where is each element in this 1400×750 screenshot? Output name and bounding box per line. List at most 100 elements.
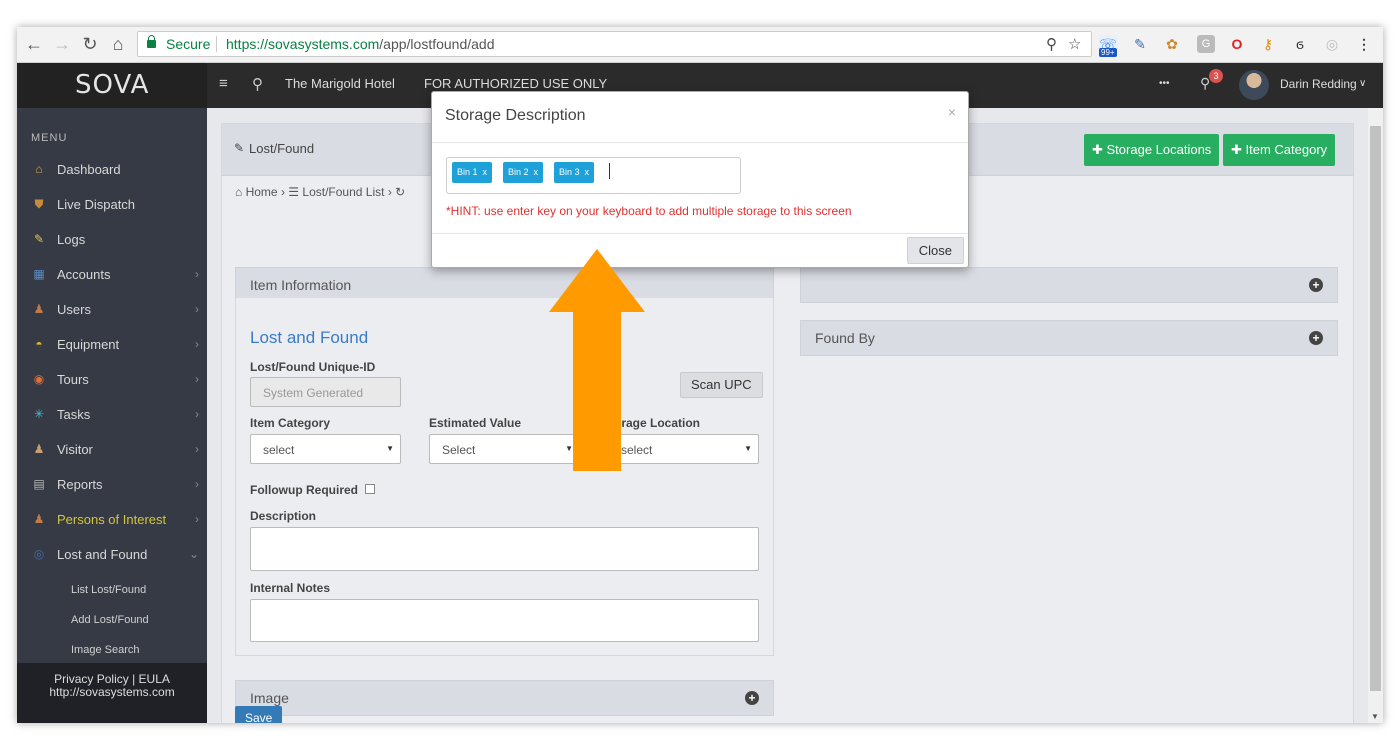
building-icon: ▦ — [33, 267, 45, 281]
expand-plus-icon[interactable]: + — [1309, 278, 1323, 292]
tag-remove-icon[interactable]: x — [534, 167, 539, 177]
breadcrumb: ⌂ Home › ☰ Lost/Found List › ↻ — [235, 185, 405, 199]
found-by-panel-header[interactable]: Found By + — [800, 320, 1338, 356]
page-scrollbar[interactable]: ▼ — [1368, 108, 1383, 723]
forward-icon[interactable]: → — [51, 33, 73, 55]
breadcrumb-list[interactable]: Lost/Found List — [302, 185, 384, 199]
save-button[interactable]: Save — [235, 706, 283, 723]
sidebar-item-visitor[interactable]: ♟ Visitor › — [17, 433, 207, 468]
sidebar-item-label: Reports — [57, 477, 103, 492]
right-panel-header[interactable]: + — [800, 267, 1338, 303]
chevron-down-icon: ⌄ — [188, 547, 199, 561]
followup-checkbox[interactable] — [365, 484, 375, 494]
scan-upc-button[interactable]: Scan UPC — [680, 372, 763, 398]
url-host: https://sovasystems.com — [226, 36, 380, 52]
sidebar-item-tours[interactable]: ◉ Tours › — [17, 363, 207, 398]
sidebar: MENU ⌂ Dashboard ⛊ Live Dispatch ✎ Logs … — [17, 108, 207, 723]
dropdown-arrow-icon: ▼ — [386, 444, 394, 453]
tag-remove-icon[interactable]: x — [483, 167, 488, 177]
address-bar[interactable]: Secure https://sovasystems.com/app/lostf… — [137, 31, 1092, 57]
description-textarea[interactable] — [250, 527, 759, 571]
sidebar-item-logs[interactable]: ✎ Logs — [17, 223, 207, 258]
user-chevron-down-icon[interactable]: ∨ — [1359, 78, 1366, 89]
hamburger-menu-icon[interactable]: ≡ — [219, 75, 228, 92]
item-category-button[interactable]: ✚ Item Category — [1223, 134, 1336, 166]
sidebar-item-dashboard[interactable]: ⌂ Dashboard — [17, 153, 207, 188]
storage-locations-label: Storage Locations — [1106, 142, 1212, 157]
chevron-right-icon: › — [195, 442, 199, 456]
breadcrumb-home[interactable]: Home — [246, 185, 278, 199]
sidebar-item-tasks[interactable]: ✳ Tasks › — [17, 398, 207, 433]
sidebar-item-persons-of-interest[interactable]: ♟ Persons of Interest › — [17, 503, 207, 538]
extension-badge: 99+ — [1099, 48, 1117, 57]
eyedropper-icon[interactable]: ✎ — [1131, 35, 1149, 53]
key-icon[interactable]: ⚷ — [1259, 35, 1277, 53]
item-category-select[interactable]: select ▼ — [250, 434, 401, 464]
reload-icon[interactable]: ↻ — [79, 33, 101, 55]
page-title: Lost/Found — [249, 141, 315, 156]
description-label: Description — [250, 509, 317, 523]
modal-title: Storage Description — [445, 107, 586, 124]
notification-badge: 3 — [1209, 69, 1223, 83]
user-name[interactable]: Darin Redding — [1280, 77, 1357, 91]
sidebar-item-users[interactable]: ♟ Users › — [17, 293, 207, 328]
zoom-icon[interactable]: ⚲ — [1046, 35, 1057, 53]
grammarly-icon[interactable]: G — [1197, 35, 1215, 53]
home-crumb-icon: ⌂ — [235, 185, 243, 199]
uid-label: Lost/Found Unique-ID — [250, 360, 376, 374]
scroll-down-arrow-icon[interactable]: ▼ — [1371, 712, 1379, 721]
tag-label: Bin 3 — [559, 167, 580, 177]
fingerprint-icon[interactable]: ◎ — [1323, 35, 1341, 53]
sidebar-item-label: Logs — [57, 232, 86, 247]
sidebar-item-label: Visitor — [57, 442, 93, 457]
back-icon[interactable]: ← — [23, 33, 45, 55]
hotel-name[interactable]: The Marigold Hotel — [285, 76, 395, 91]
more-options-icon[interactable]: ••• — [1159, 78, 1170, 89]
modal-divider — [432, 142, 968, 143]
image-panel-header[interactable]: Image + — [235, 680, 774, 716]
chevron-right-icon: › — [195, 372, 199, 386]
opera-icon[interactable]: O — [1228, 35, 1246, 53]
uid-field: System Generated — [250, 377, 401, 407]
hint-text: *HINT: use enter key on your keyboard to… — [446, 204, 852, 218]
chevron-right-icon: › — [195, 512, 199, 526]
home-button-icon[interactable]: ⌂ — [107, 33, 129, 55]
sidebar-item-lost-and-found[interactable]: ◎ Lost and Found ⌄ — [17, 538, 207, 573]
chevron-right-icon: › — [195, 477, 199, 491]
expand-plus-icon[interactable]: + — [1309, 331, 1323, 345]
sidebar-item-reports[interactable]: ▤ Reports › — [17, 468, 207, 503]
search-icon[interactable]: ⚲ — [252, 75, 263, 93]
followup-label: Followup Required — [250, 483, 358, 497]
sidebar-subitem-image-search[interactable]: Image Search — [71, 644, 139, 656]
cookie-icon[interactable]: ✿ — [1163, 35, 1181, 53]
sova-logo[interactable]: SOVA — [75, 70, 149, 100]
found-by-title: Found By — [815, 330, 875, 346]
flame-icon[interactable]: ϭ — [1291, 35, 1309, 53]
scrollbar-thumb[interactable] — [1370, 126, 1381, 691]
sidebar-item-label: Equipment — [57, 337, 120, 352]
url-text: https://sovasystems.com/app/lostfound/ad… — [226, 36, 495, 52]
internal-notes-label: Internal Notes — [250, 581, 331, 595]
user-icon: ♟ — [33, 302, 45, 316]
tag-remove-icon[interactable]: x — [585, 167, 590, 177]
internal-notes-textarea[interactable] — [250, 599, 759, 642]
sidebar-item-accounts[interactable]: ▦ Accounts › — [17, 258, 207, 293]
avatar[interactable] — [1239, 70, 1269, 100]
sidebar-item-equipment[interactable]: ◓ Equipment › — [17, 328, 207, 363]
storage-tags-input[interactable]: Bin 1 x Bin 2 x Bin 3 x — [446, 157, 741, 194]
expand-plus-icon[interactable]: + — [745, 691, 759, 705]
item-information-title: Item Information — [250, 277, 352, 293]
sidebar-subitem-list-lost-found[interactable]: List Lost/Found — [71, 584, 146, 596]
lock-icon — [147, 35, 156, 48]
chrome-menu-icon[interactable]: ⋮ — [1355, 35, 1373, 53]
sidebar-subitem-add-lost-found[interactable]: Add Lost/Found — [71, 614, 149, 626]
modal-close-icon[interactable]: × — [948, 104, 956, 120]
sidebar-item-live-dispatch[interactable]: ⛊ Live Dispatch — [17, 188, 207, 223]
website-link[interactable]: http://sovasystems.com — [17, 686, 207, 699]
secure-label: Secure — [166, 36, 211, 52]
storage-locations-button[interactable]: ✚ Storage Locations — [1084, 134, 1220, 166]
close-button[interactable]: Close — [906, 237, 964, 264]
bookmark-star-icon[interactable]: ☆ — [1068, 35, 1081, 53]
item-category-value: select — [263, 443, 295, 457]
sidebar-item-label: Accounts — [57, 267, 111, 282]
